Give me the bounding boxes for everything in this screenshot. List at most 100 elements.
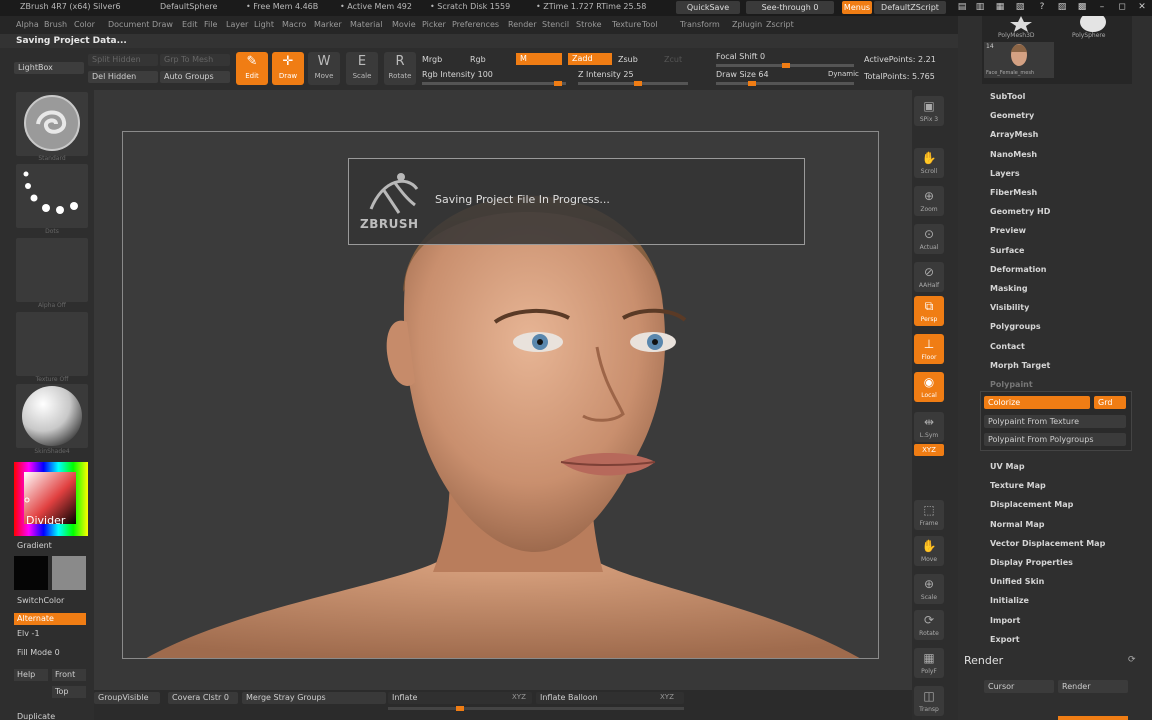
render-refresh-icon[interactable]: ⟳ — [1128, 655, 1136, 665]
palette-displacement-map[interactable]: Displacement Map — [990, 500, 1073, 509]
scale-mode-button[interactable]: E Scale — [346, 52, 378, 85]
alternate-button[interactable]: Alternate — [14, 613, 86, 625]
rgb-button[interactable]: Rgb — [470, 55, 486, 64]
lightbox-button[interactable]: LightBox — [14, 62, 84, 74]
inflate-knob[interactable] — [456, 706, 464, 711]
inflate-xyz[interactable]: XYZ — [512, 693, 526, 701]
menu-draw[interactable]: Draw — [152, 20, 173, 29]
palette-contact[interactable]: Contact — [990, 342, 1025, 351]
zsub-button[interactable]: Zsub — [618, 55, 638, 64]
menu-color[interactable]: Color — [74, 20, 95, 29]
palette-preview[interactable]: Preview — [990, 226, 1026, 235]
cursor-render-button[interactable]: Cursor — [984, 680, 1054, 693]
zcut-button[interactable]: Zcut — [664, 55, 682, 64]
duplicate-button[interactable]: Duplicate — [14, 711, 86, 720]
edit-mode-button[interactable]: ✎ Edit — [236, 52, 268, 85]
z-intensity-slider[interactable]: Z Intensity 25 — [578, 70, 634, 79]
bottom-slider-track[interactable] — [388, 706, 684, 711]
merge-stray-groups-button[interactable]: Merge Stray Groups — [242, 692, 386, 704]
focal-shift-knob[interactable] — [782, 63, 790, 68]
inflate-balloon-xyz[interactable]: XYZ — [660, 693, 674, 701]
scroll-button[interactable]: ✋ Scroll — [914, 148, 944, 178]
menu-zplugin[interactable]: Zplugin — [732, 20, 762, 29]
polypaint-from-polygroups-button[interactable]: Polypaint From Polygroups — [984, 433, 1126, 446]
menu-preferences[interactable]: Preferences — [452, 20, 499, 29]
palette-subtool[interactable]: SubTool — [990, 92, 1025, 101]
polypaint-header[interactable]: Polypaint — [990, 380, 1033, 389]
layout-icon-4[interactable]: ▧ — [1012, 1, 1028, 14]
dynamic-button[interactable]: Dynamic — [828, 70, 859, 78]
elv-slider[interactable]: Elv -1 — [14, 628, 86, 640]
actual-button[interactable]: ⊙ Actual — [914, 224, 944, 254]
move-mode-button[interactable]: W Move — [308, 52, 340, 85]
transp-button[interactable]: ◫ Transp — [914, 686, 944, 716]
palette-import[interactable]: Import — [990, 616, 1020, 625]
polyf-button[interactable]: ▦ PolyF — [914, 648, 944, 678]
z-intensity-knob[interactable] — [634, 81, 642, 86]
polypaint-from-texture-button[interactable]: Polypaint From Texture — [984, 415, 1126, 428]
zadd-button[interactable]: Zadd — [568, 53, 612, 65]
groupvisible-button[interactable]: GroupVisible — [94, 692, 160, 704]
m-button[interactable]: M — [516, 53, 562, 65]
seethrough-slider[interactable]: See-through 0 — [746, 1, 834, 14]
draw-size-slider[interactable]: Draw Size 64 — [716, 70, 769, 79]
draw-size-track[interactable] — [716, 81, 854, 86]
palette-export[interactable]: Export — [990, 635, 1020, 644]
palette-uv-map[interactable]: UV Map — [990, 462, 1025, 471]
top-button[interactable]: Top — [52, 686, 86, 698]
menu-transform[interactable]: Transform — [680, 20, 720, 29]
menu-brush[interactable]: Brush — [44, 20, 67, 29]
layout-icon[interactable]: ▤ — [954, 1, 970, 14]
rgb-intensity-slider[interactable]: Rgb Intensity 100 — [422, 70, 493, 79]
render-palette-title[interactable]: Render — [964, 654, 1003, 667]
palette-morph-target[interactable]: Morph Target — [990, 361, 1050, 370]
spix-3-button[interactable]: ▣ SPix 3 — [914, 96, 944, 126]
draw-size-knob[interactable] — [748, 81, 756, 86]
palette-fibermesh[interactable]: FiberMesh — [990, 188, 1037, 197]
default-zscript-button[interactable]: DefaultZScript — [874, 1, 946, 14]
persp-button[interactable]: ⧉ Persp — [914, 296, 944, 326]
palette-polygroups[interactable]: Polygroups — [990, 322, 1041, 331]
polysphere-icon[interactable] — [1078, 16, 1108, 32]
maximize-icon[interactable]: ◻ — [1114, 1, 1130, 14]
menu-light[interactable]: Light — [254, 20, 274, 29]
colorize-toggle[interactable]: Colorize — [984, 396, 1090, 409]
palette-layers[interactable]: Layers — [990, 169, 1020, 178]
palette-normal-map[interactable]: Normal Map — [990, 520, 1044, 529]
frame-button[interactable]: ⬚ Frame — [914, 500, 944, 530]
close-icon[interactable]: ✕ — [1134, 1, 1150, 14]
stroke-thumbnail[interactable] — [16, 164, 88, 228]
brush-thumbnail[interactable] — [16, 92, 88, 156]
palette-geometry-hd[interactable]: Geometry HD — [990, 207, 1050, 216]
polymesh3d-star-icon[interactable] — [1008, 16, 1034, 32]
menu-layer[interactable]: Layer — [226, 20, 248, 29]
move-button[interactable]: ✋ Move — [914, 536, 944, 566]
palette-arraymesh[interactable]: ArrayMesh — [990, 130, 1038, 139]
menu-tool[interactable]: Tool — [642, 20, 658, 29]
menu-edit[interactable]: Edit — [182, 20, 198, 29]
menu-file[interactable]: File — [204, 20, 217, 29]
quicksave-button[interactable]: QuickSave — [676, 1, 740, 14]
menu-zscript[interactable]: Zscript — [766, 20, 794, 29]
palette-unified-skin[interactable]: Unified Skin — [990, 577, 1044, 586]
color-picker[interactable]: Divider — [14, 462, 88, 536]
main-color-swatch[interactable] — [14, 556, 48, 590]
help-icon[interactable]: ? — [1034, 1, 1050, 14]
layout-icon-6[interactable]: ▩ — [1074, 1, 1090, 14]
split-hidden-button[interactable]: Split Hidden — [88, 54, 158, 66]
menu-texture[interactable]: Texture — [612, 20, 641, 29]
rgb-intensity-track[interactable] — [422, 81, 566, 86]
menu-marker[interactable]: Marker — [314, 20, 342, 29]
l-sym-button[interactable]: ⇹ L.Sym — [914, 412, 944, 442]
rotate-button[interactable]: ⟳ Rotate — [914, 610, 944, 640]
menu-material[interactable]: Material — [350, 20, 383, 29]
palette-geometry[interactable]: Geometry — [990, 111, 1034, 120]
polymesh3d-label[interactable]: PolyMesh3D — [998, 32, 1035, 39]
rgb-intensity-knob[interactable] — [554, 81, 562, 86]
fill-mode-slider[interactable]: Fill Mode 0 — [14, 647, 86, 659]
switchcolor-button[interactable]: SwitchColor — [14, 595, 86, 607]
menus-button[interactable]: Menus — [842, 1, 872, 14]
aahalf-button[interactable]: ⊘ AAHalf — [914, 262, 944, 292]
palette-visibility[interactable]: Visibility — [990, 303, 1029, 312]
help-button[interactable]: Help — [14, 669, 48, 681]
